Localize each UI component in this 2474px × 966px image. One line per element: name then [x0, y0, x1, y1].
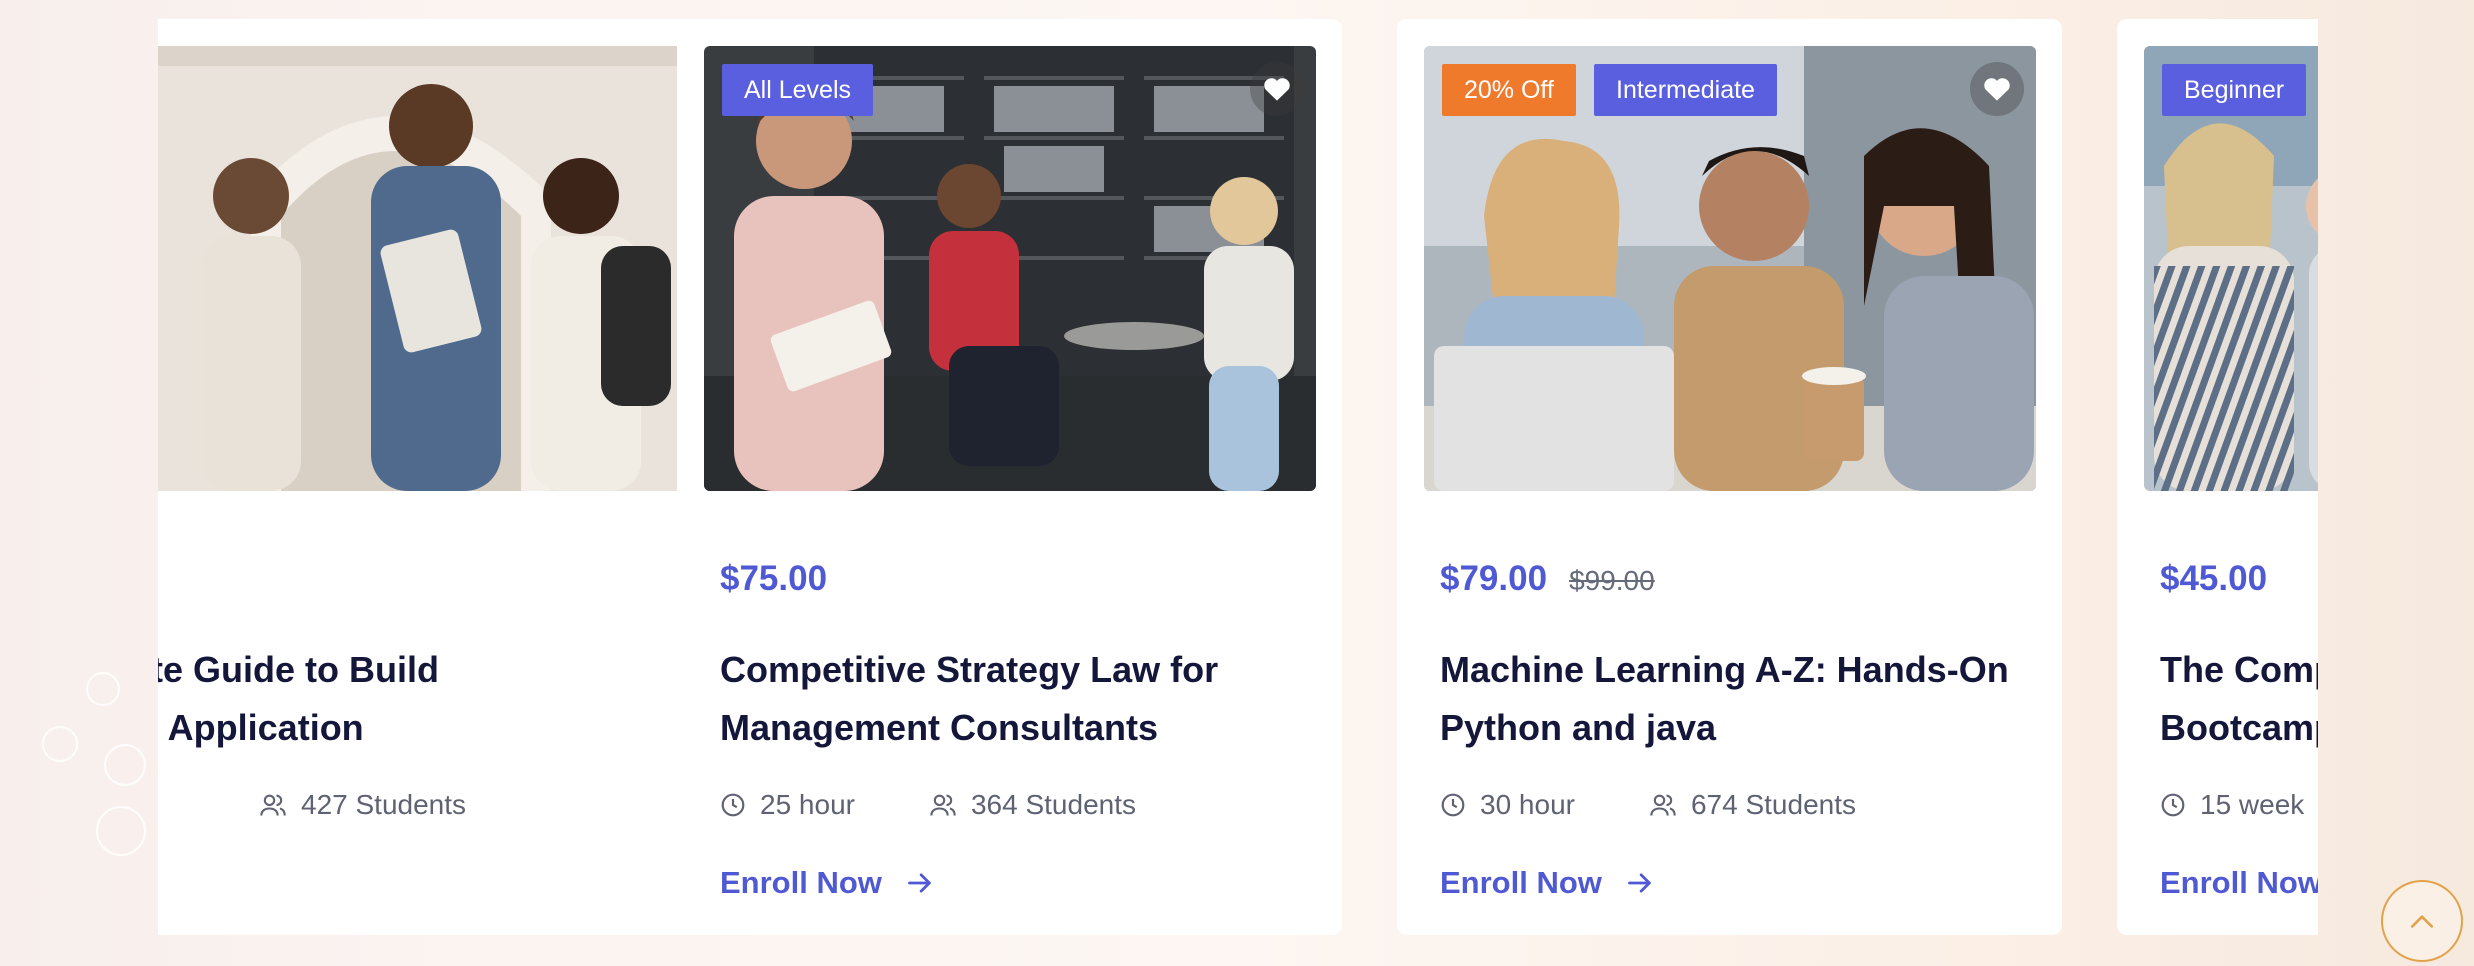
level-badge: Beginner — [2162, 64, 2307, 116]
price-row: $79.00 $99.00 — [1440, 559, 1655, 599]
course-card[interactable]: All Levels $75.00 Competitive Strategy L… — [677, 19, 1342, 935]
course-meta: 15 week — [2160, 789, 2318, 821]
users-icon — [260, 794, 286, 816]
course-duration: 15 week — [2160, 789, 2304, 821]
course-image[interactable]: 20% Off Intermediate — [1424, 46, 2036, 491]
price-row: $45.00 — [2160, 559, 2267, 599]
users-icon — [1650, 794, 1676, 816]
students-count: 427 Students — [259, 789, 466, 821]
course-duration: 30 hour — [1440, 789, 1575, 821]
course-title[interactable]: The Comp Bootcamp — [2160, 641, 2318, 757]
scroll-to-top-button[interactable] — [2381, 880, 2463, 962]
students-count: 364 Students — [929, 789, 1136, 821]
enroll-now-link[interactable]: Enroll Now — [2160, 865, 2318, 901]
clock-icon — [1441, 793, 1465, 817]
course-image[interactable] — [158, 46, 743, 491]
chevron-up-icon — [2410, 915, 2434, 928]
arrow-right-icon — [1627, 873, 1651, 893]
decor-bubble — [96, 806, 146, 856]
course-price: $79.00 — [1440, 559, 1548, 598]
clock-icon — [2161, 793, 2185, 817]
clock-icon — [721, 793, 745, 817]
heart-icon — [1264, 78, 1290, 101]
discount-badge: 20% Off — [1442, 64, 1576, 116]
favorite-button[interactable] — [1970, 62, 2024, 116]
arrow-right-icon — [907, 873, 931, 893]
favorite-button[interactable] — [1250, 62, 1304, 116]
heart-icon — [1984, 78, 2010, 101]
enroll-now-link[interactable]: Enroll Now — [720, 865, 934, 901]
decor-bubble — [86, 672, 120, 706]
course-meta: 30 hour 674 Students — [1440, 789, 1930, 821]
price-row: $75.00 — [720, 559, 827, 599]
enroll-now-link[interactable]: Enroll Now — [1440, 865, 1654, 901]
course-card[interactable]: 20% Off Intermediate $79.00 $99.00 Machi… — [1397, 19, 2062, 935]
course-title[interactable]: plete Guide to Build API Application — [158, 641, 747, 757]
course-card[interactable]: Beginner $45.00 The Comp Bootcamp 15 wee… — [2117, 19, 2318, 935]
course-price: $45.00 — [2160, 559, 2268, 598]
level-badge: Intermediate — [1594, 64, 1777, 116]
users-icon — [930, 794, 956, 816]
level-badge: All Levels — [722, 64, 873, 116]
course-price: $75.00 — [720, 559, 828, 598]
decor-bubble — [104, 744, 146, 786]
students-count: 674 Students — [1649, 789, 1856, 821]
course-meta: 427 Students — [259, 789, 540, 821]
course-old-price: $99.00 — [1569, 565, 1655, 596]
course-meta: 25 hour 364 Students — [720, 789, 1210, 821]
decor-bubble — [42, 726, 78, 762]
course-title[interactable]: Machine Learning A-Z: Hands-On Python an… — [1440, 641, 2040, 757]
course-image[interactable]: Beginner — [2144, 46, 2318, 491]
course-title[interactable]: Competitive Strategy Law for Management … — [720, 641, 1320, 757]
course-carousel[interactable]: plete Guide to Build API Application 427… — [158, 0, 2318, 966]
course-duration: 25 hour — [720, 789, 855, 821]
course-image[interactable]: All Levels — [704, 46, 1316, 491]
